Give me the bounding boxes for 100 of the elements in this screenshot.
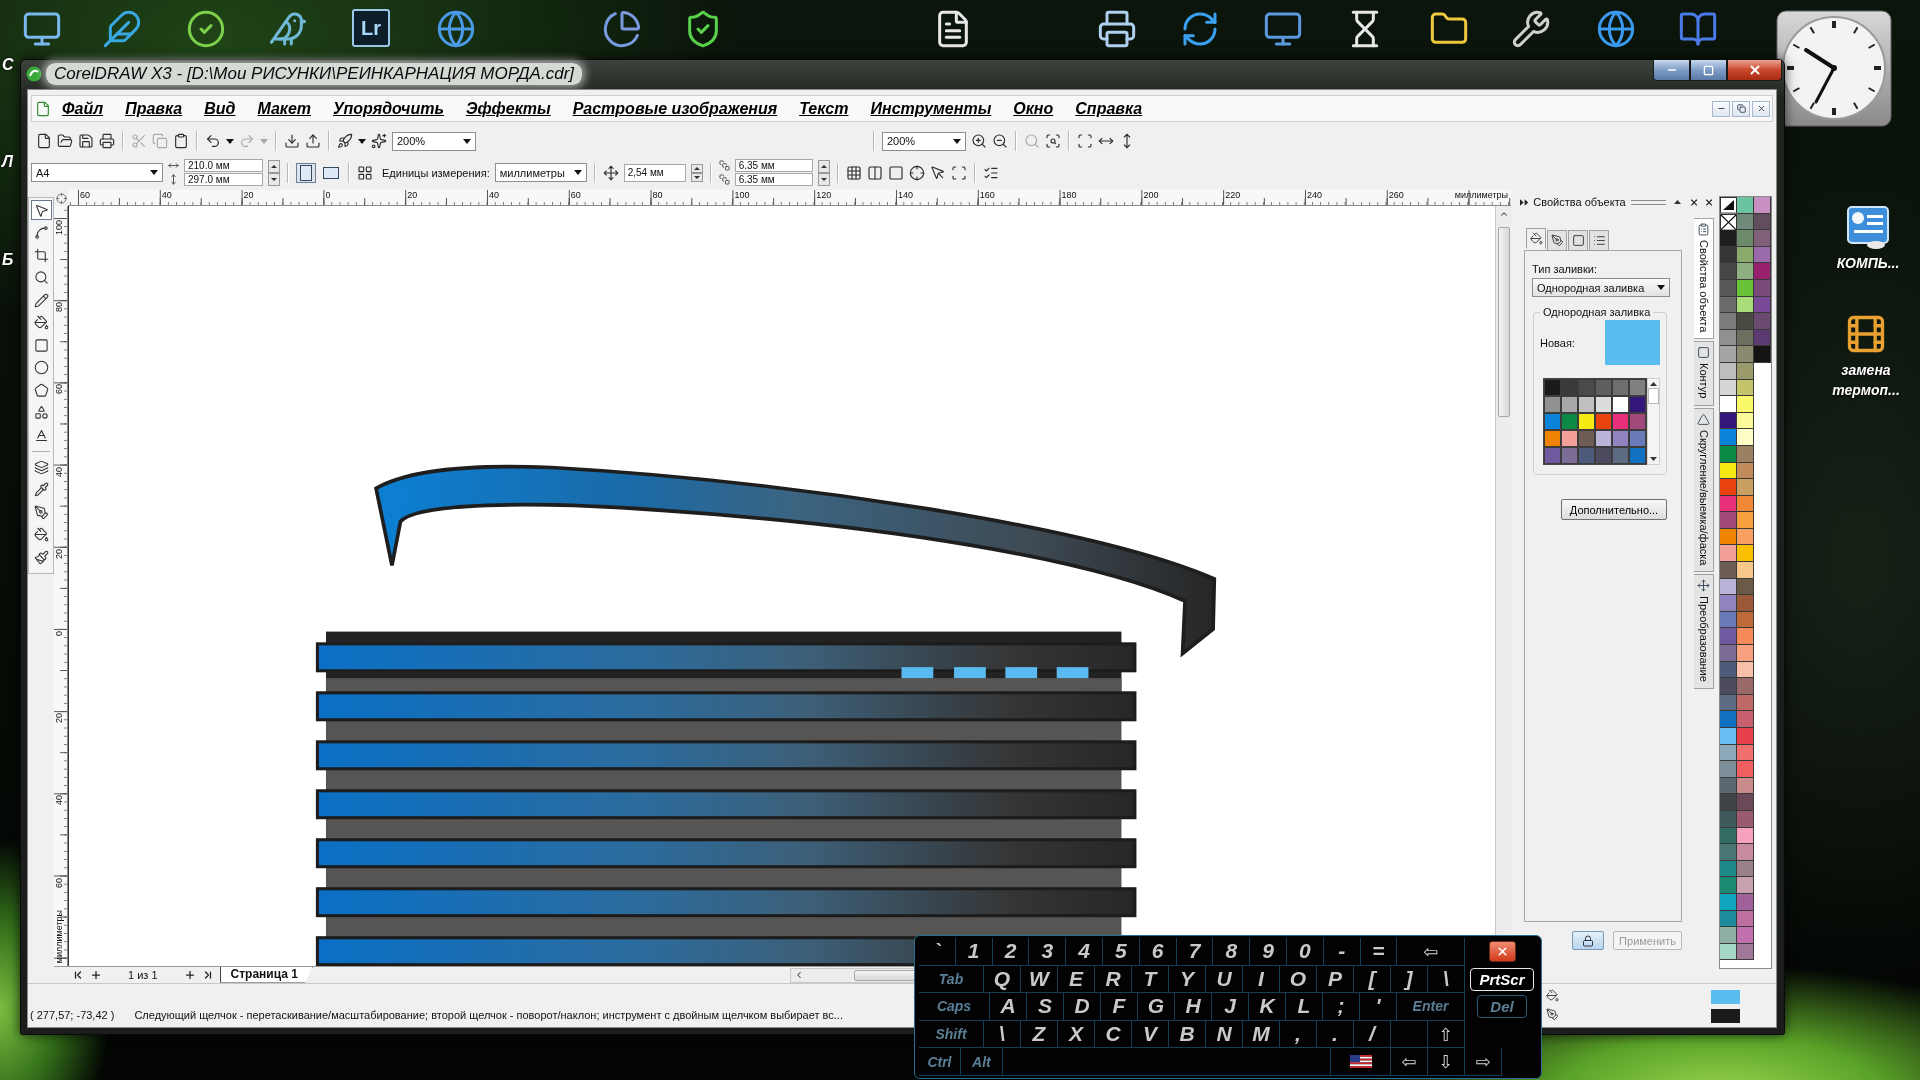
keyboard-key[interactable]: Alt (960, 1048, 1003, 1076)
color-swatch[interactable] (1720, 512, 1737, 529)
color-swatch[interactable] (1737, 479, 1754, 496)
color-swatch[interactable] (1754, 346, 1771, 363)
nudge-field[interactable]: 2,54 мм (623, 163, 686, 182)
scan-frame-icon[interactable] (1077, 133, 1093, 149)
keyboard-key[interactable]: . (1317, 1020, 1354, 1049)
keyboard-key[interactable]: Caps (919, 993, 990, 1021)
color-swatch[interactable] (1561, 430, 1578, 447)
sparkles-icon[interactable] (371, 133, 387, 149)
more-button[interactable]: Дополнительно... (1561, 499, 1667, 520)
color-swatch[interactable] (1737, 711, 1754, 728)
color-swatch[interactable] (1720, 711, 1737, 728)
keyboard-key[interactable]: 6 (1139, 938, 1177, 966)
keyboard-key[interactable]: P (1317, 965, 1354, 994)
upload-icon[interactable] (305, 133, 321, 149)
color-swatch[interactable] (1720, 545, 1737, 563)
color-swatch[interactable] (1578, 396, 1595, 413)
keyboard-key[interactable]: Q (984, 965, 1021, 994)
keyboard-key[interactable]: K (1249, 993, 1286, 1021)
color-swatch[interactable] (1737, 545, 1754, 563)
color-swatch[interactable] (1720, 927, 1737, 944)
color-swatch[interactable] (1720, 678, 1737, 695)
printer-icon[interactable] (99, 133, 115, 149)
plus-icon[interactable] (90, 969, 102, 981)
color-swatch[interactable] (1720, 263, 1737, 280)
menu-item[interactable]: Справка (1064, 97, 1154, 120)
color-swatch[interactable] (1720, 346, 1737, 363)
printer-icon[interactable] (1097, 9, 1137, 49)
keyboard-key[interactable]: I (1243, 965, 1280, 994)
color-swatch[interactable] (1720, 313, 1737, 330)
keyboard-key[interactable]: R (1095, 965, 1132, 994)
keyboard-key[interactable]: C (1095, 1020, 1132, 1049)
caret-down-icon[interactable] (358, 138, 366, 144)
color-swatch[interactable] (1720, 429, 1737, 446)
keyboard-key[interactable]: U (1206, 965, 1243, 994)
color-swatch[interactable] (1544, 396, 1561, 413)
color-swatch[interactable] (1544, 379, 1561, 396)
keyboard-key[interactable]: F (1101, 993, 1138, 1021)
page-tab[interactable]: Страница 1 (219, 966, 313, 983)
keyboard-key[interactable]: Enter (1397, 993, 1465, 1021)
color-swatch[interactable] (1612, 396, 1629, 413)
lock-icon[interactable] (1582, 934, 1595, 947)
menu-item[interactable]: Макет (246, 97, 323, 120)
keyboard-key[interactable]: L (1286, 993, 1323, 1021)
keyboard-key[interactable]: Tab (919, 965, 984, 994)
lock-button[interactable] (1572, 931, 1605, 950)
triangle-up-icon[interactable] (1673, 200, 1681, 204)
triangle-icon[interactable] (1697, 412, 1710, 426)
restore-icon[interactable] (1736, 104, 1746, 113)
color-swatch[interactable] (1612, 447, 1629, 464)
color-swatch[interactable] (1595, 396, 1612, 413)
keyboard-key[interactable]: 7 (1176, 938, 1214, 966)
folder-icon[interactable] (57, 133, 73, 149)
color-swatch[interactable] (1612, 430, 1629, 447)
paper-size-dropdown[interactable]: A4 (31, 163, 163, 182)
color-swatch[interactable] (1720, 844, 1737, 861)
keyboard-key[interactable]: 2 (992, 938, 1030, 966)
keyboard-key[interactable]: T (1132, 965, 1169, 994)
desktop-icon-label[interactable]: замена термоп... (1820, 360, 1912, 400)
keyboard-key[interactable]: Del (1477, 995, 1527, 1019)
keyboard-key[interactable]: 5 (1103, 938, 1140, 966)
color-swatch[interactable] (1737, 678, 1754, 695)
keyboard-key[interactable]: D (1064, 993, 1101, 1021)
color-swatch[interactable] (1578, 413, 1595, 430)
clipboard-icon[interactable] (173, 133, 189, 149)
triangle-down-icon[interactable] (1650, 457, 1657, 461)
color-swatch[interactable] (1720, 396, 1737, 413)
keyboard-key[interactable]: PrtScr (1470, 967, 1534, 991)
close-icon[interactable] (1688, 196, 1699, 208)
x-swatch-icon[interactable] (1720, 213, 1737, 231)
color-swatch[interactable] (1612, 413, 1629, 430)
square-icon[interactable] (887, 164, 904, 181)
chevron-up-icon[interactable] (1498, 209, 1509, 219)
color-swatch[interactable] (1561, 413, 1578, 430)
grid-icon[interactable] (845, 164, 862, 181)
keyboard-key[interactable]: 1 (955, 938, 993, 966)
keyboard-key[interactable]: Shift (919, 1020, 984, 1049)
keyboard-key[interactable]: 0 (1286, 938, 1324, 966)
color-swatch[interactable] (1629, 430, 1646, 447)
menu-item[interactable]: Упорядочить (322, 97, 455, 120)
keyboard-key[interactable]: G (1138, 993, 1175, 1021)
keyboard-key[interactable]: O (1280, 965, 1317, 994)
close-icon[interactable] (1703, 196, 1714, 208)
height-field[interactable]: 297.0 мм (184, 173, 263, 186)
menu-item[interactable]: Текст (788, 97, 860, 120)
color-swatch[interactable] (1737, 396, 1754, 413)
keyboard-key[interactable]: W (1021, 965, 1058, 994)
color-swatch[interactable] (1754, 263, 1771, 280)
undo-icon[interactable] (205, 133, 221, 149)
docker-side-tab[interactable]: Контур (1694, 341, 1714, 406)
color-swatch[interactable] (1737, 263, 1754, 280)
color-swatch[interactable] (1629, 379, 1646, 396)
check-circle-icon[interactable] (186, 9, 226, 49)
keyboard-key[interactable]: Ctrl (919, 1048, 961, 1076)
scan-magnifier-icon[interactable] (1045, 133, 1061, 149)
keyboard-key[interactable]: ' (1360, 993, 1397, 1021)
color-swatch[interactable] (1737, 728, 1754, 745)
color-swatch[interactable] (1578, 379, 1595, 396)
language-key[interactable] (1331, 1048, 1391, 1076)
